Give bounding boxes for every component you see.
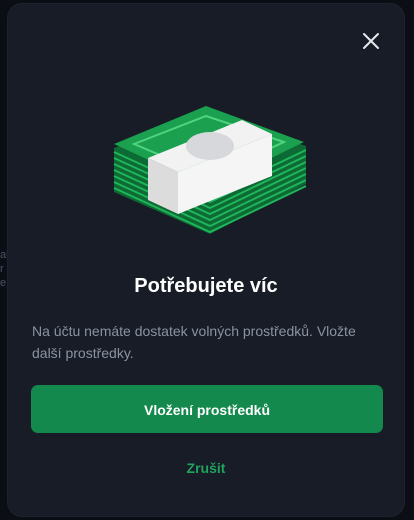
cancel-button[interactable]: Zrušit [8,456,404,480]
background-text-line: e [0,277,7,289]
background-text-line: al [0,249,9,261]
dialog-message: Na účtu nemáte dostatek volných prostřed… [32,323,356,361]
close-icon [363,33,379,49]
background-text-line: r [0,263,4,275]
background-content-sliver: al r e [0,248,9,298]
deposit-funds-button[interactable]: Vložení prostředků [31,385,383,433]
close-button[interactable] [359,29,383,53]
dialog-title: Potřebujete víc [134,275,278,297]
insufficient-funds-dialog: Potřebujete víc Na účtu nemáte dostatek … [8,4,404,516]
money-stack-icon [113,106,306,234]
